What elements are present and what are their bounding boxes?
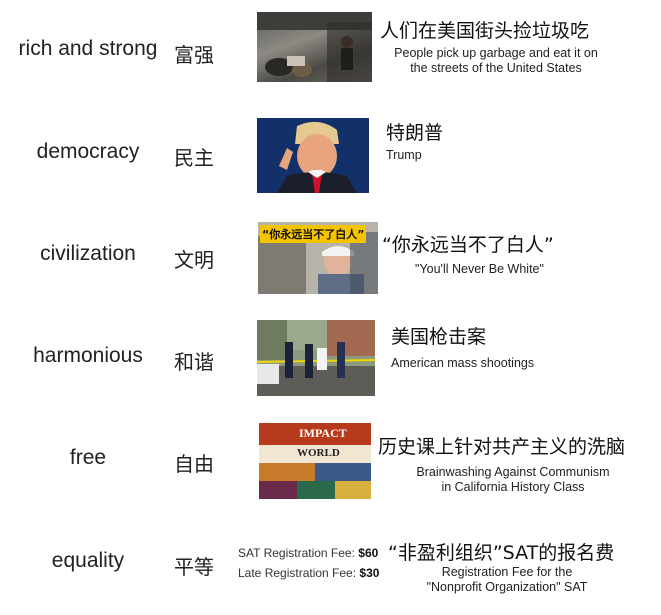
label-zh-civilization: 文明 [174,248,214,272]
label-en-democracy: democracy [36,140,140,163]
label-en-free: free [69,446,107,469]
label-zh-free: 自由 [174,452,214,476]
caption-zh-shootings: 美国枪击案 [391,326,487,348]
label-zh-rich-and-strong: 富强 [174,43,214,67]
textbook-title-world: WORLD [297,447,340,459]
textbook-title-impact: IMPACT [299,426,347,440]
label-en-rich-and-strong: rich and strong [18,37,158,60]
sat-late-registration-fee: Late Registration Fee: $30 [238,566,380,580]
trump-photo [257,118,369,193]
label-zh-harmonious: 和谐 [174,350,214,374]
label-zh-democracy: 民主 [174,146,214,170]
caption-en-never-white: "You'll Never Be White" [415,262,544,276]
caption-zh-trump: 特朗普 [386,122,444,144]
caption-zh-brainwashing: 历史课上针对共产主义的洗脑 [378,436,626,458]
street-garbage-photo [257,12,372,82]
label-zh-equality: 平等 [174,555,214,579]
caption-zh-never-white: “你永远当不了白人” [382,234,554,256]
label-en-civilization: civilization [40,242,136,265]
shooting-scene-photo [257,320,375,396]
caption-en-trump: Trump [386,148,422,162]
label-en-equality: equality [51,549,125,572]
image-overlay-text: “你永远当不了白人” [260,225,367,243]
textbook-cover-photo: IMPACT WORLD [259,423,371,499]
caption-en-shootings: American mass shootings [391,356,535,370]
caption-en-garbage: People pick up garbage and eat it on the… [394,46,598,75]
label-en-harmonious: harmonious [33,344,143,367]
car-window-photo: “你永远当不了白人” [258,222,378,294]
caption-en-brainwashing: Brainwashing Against Communism in Califo… [416,465,610,494]
sat-registration-fee: SAT Registration Fee: $60 [238,546,379,560]
caption-en-sat-fee: Registration Fee for the "Nonprofit Orga… [426,565,588,594]
caption-zh-sat-fee: “非盈利组织”SAT的报名费 [388,542,615,564]
caption-zh-garbage: 人们在美国街头捡垃圾吃 [380,20,590,42]
